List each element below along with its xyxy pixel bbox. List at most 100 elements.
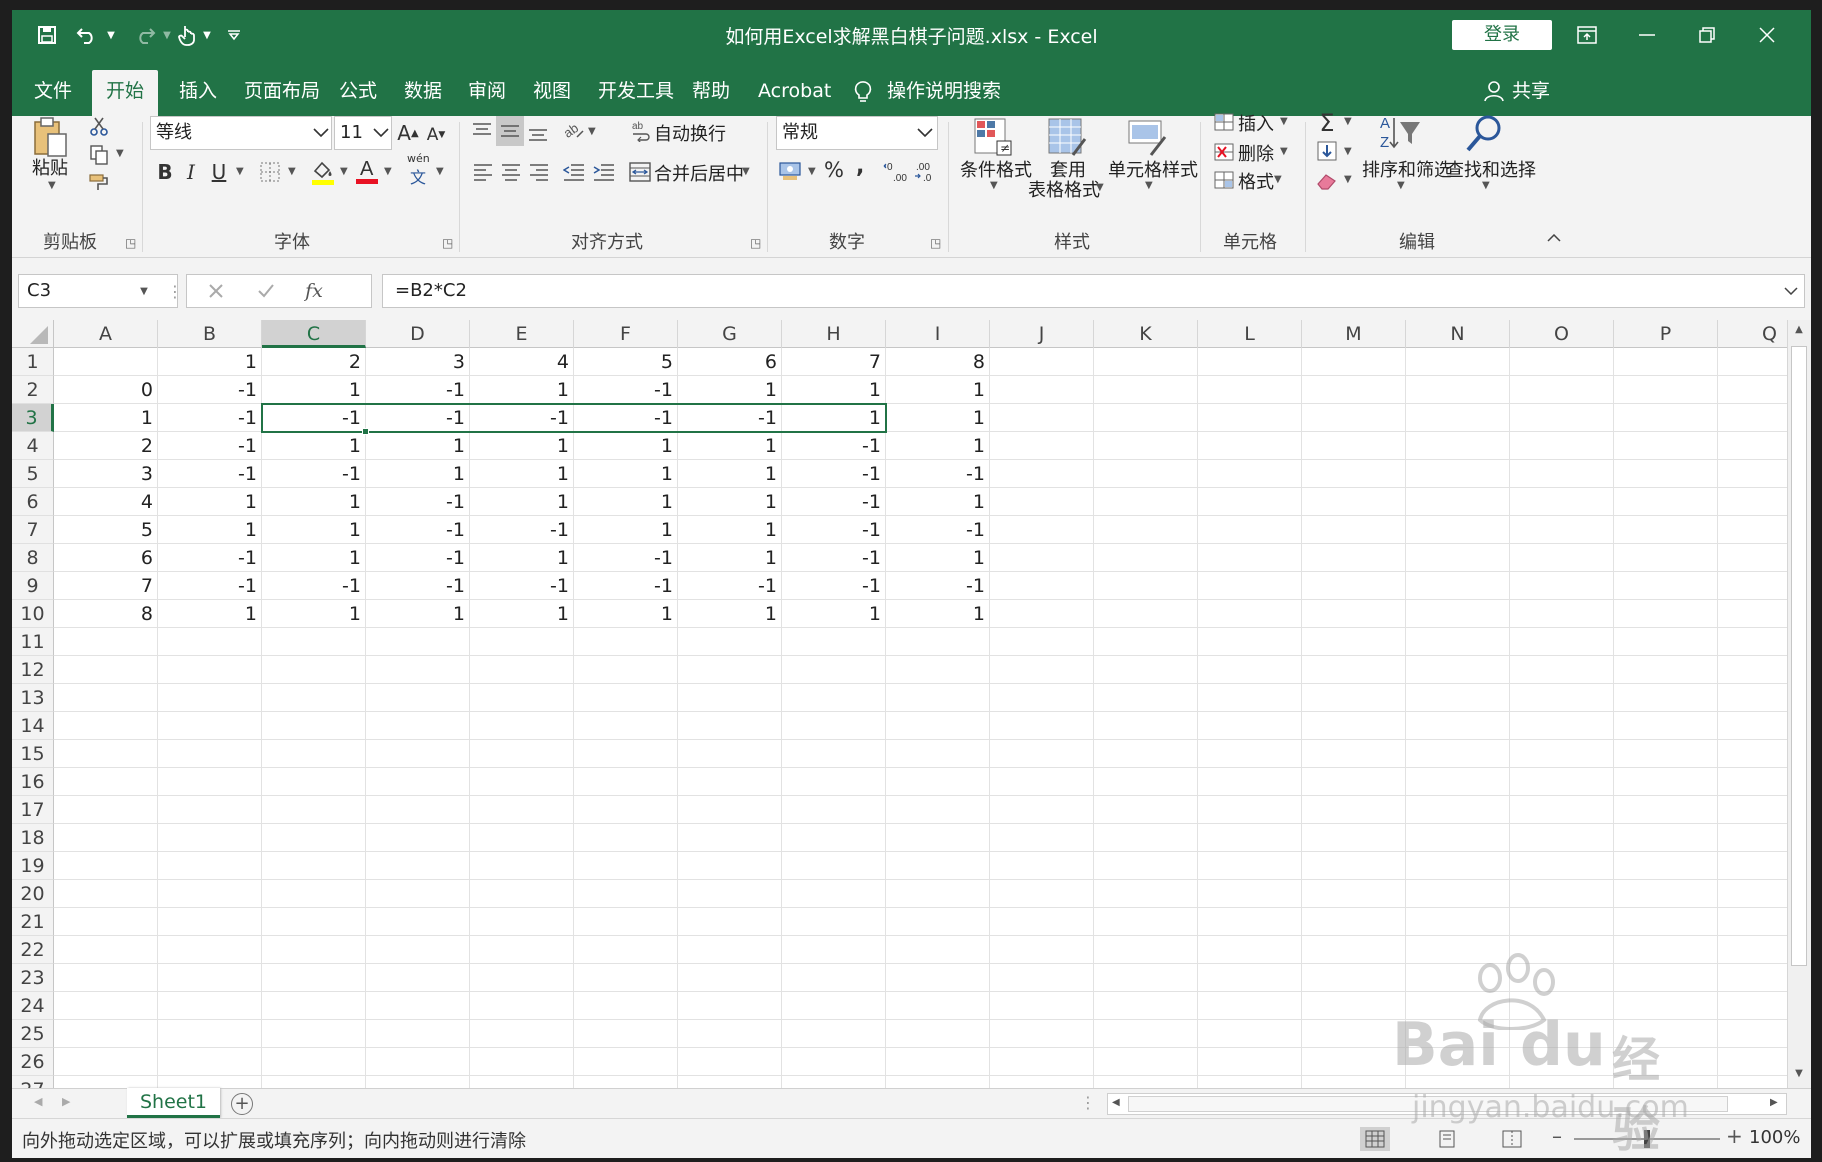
cell-k20[interactable] [1094, 880, 1198, 908]
cell-i8[interactable]: 1 [886, 544, 990, 572]
cell-i19[interactable] [886, 852, 990, 880]
cell-q20[interactable] [1718, 880, 1787, 908]
cell-o16[interactable] [1510, 768, 1614, 796]
cell-a25[interactable] [54, 1020, 158, 1048]
row-header-6[interactable]: 6 [12, 488, 54, 516]
cell-d10[interactable]: 1 [366, 600, 470, 628]
cell-l23[interactable] [1198, 964, 1302, 992]
name-box-dropdown-icon[interactable]: ▼ [134, 276, 154, 306]
cell-n5[interactable] [1406, 460, 1510, 488]
cell-i9[interactable]: -1 [886, 572, 990, 600]
cell-m6[interactable] [1302, 488, 1406, 516]
cell-n6[interactable] [1406, 488, 1510, 516]
format-as-table-icon[interactable] [1046, 116, 1088, 160]
cell-g6[interactable]: 1 [678, 488, 782, 516]
cell-h11[interactable] [782, 628, 886, 656]
cell-n2[interactable] [1406, 376, 1510, 404]
delete-cells-icon[interactable] [1212, 140, 1236, 164]
row-header-11[interactable]: 11 [12, 628, 54, 656]
cell-c5[interactable]: -1 [262, 460, 366, 488]
cell-o3[interactable] [1510, 404, 1614, 432]
cell-k21[interactable] [1094, 908, 1198, 936]
cell-g12[interactable] [678, 656, 782, 684]
cell-g1[interactable]: 6 [678, 348, 782, 376]
cell-a11[interactable] [54, 628, 158, 656]
cell-q19[interactable] [1718, 852, 1787, 880]
cell-h18[interactable] [782, 824, 886, 852]
cell-q7[interactable] [1718, 516, 1787, 544]
align-center-icon[interactable] [500, 160, 522, 184]
cell-f10[interactable]: 1 [574, 600, 678, 628]
cell-j27[interactable] [990, 1076, 1094, 1088]
ribbon-display-options-icon[interactable] [1567, 20, 1607, 50]
cell-p12[interactable] [1614, 656, 1718, 684]
cell-f17[interactable] [574, 796, 678, 824]
column-header-j[interactable]: J [990, 320, 1094, 348]
cell-g20[interactable] [678, 880, 782, 908]
cell-n1[interactable] [1406, 348, 1510, 376]
cancel-entry-icon[interactable] [202, 276, 230, 306]
font-color-icon[interactable]: A [354, 156, 380, 186]
cell-i27[interactable] [886, 1076, 990, 1088]
cell-h13[interactable] [782, 684, 886, 712]
formula-input[interactable]: =B2*C2 [382, 274, 1805, 308]
cell-b15[interactable] [158, 740, 262, 768]
cell-l10[interactable] [1198, 600, 1302, 628]
tab-developer[interactable]: 开发工具 [598, 70, 678, 116]
align-middle-icon[interactable] [496, 116, 524, 146]
phonetic-dropdown-icon[interactable]: ▼ [436, 166, 444, 177]
cell-p10[interactable] [1614, 600, 1718, 628]
cell-j24[interactable] [990, 992, 1094, 1020]
format-as-table-label-2[interactable]: 表格格式 [1028, 176, 1100, 202]
cell-m2[interactable] [1302, 376, 1406, 404]
cell-h26[interactable] [782, 1048, 886, 1076]
row-header-18[interactable]: 18 [12, 824, 54, 852]
cell-g23[interactable] [678, 964, 782, 992]
column-header-n[interactable]: N [1406, 320, 1510, 348]
cell-c26[interactable] [262, 1048, 366, 1076]
cell-h6[interactable]: -1 [782, 488, 886, 516]
cell-b8[interactable]: -1 [158, 544, 262, 572]
row-header-21[interactable]: 21 [12, 908, 54, 936]
scroll-down-icon[interactable]: ▼ [1791, 1068, 1807, 1084]
cell-m23[interactable] [1302, 964, 1406, 992]
minimize-icon[interactable] [1627, 20, 1667, 50]
format-painter-icon[interactable] [88, 172, 110, 194]
cell-g19[interactable] [678, 852, 782, 880]
cell-l21[interactable] [1198, 908, 1302, 936]
cell-q1[interactable] [1718, 348, 1787, 376]
cell-o15[interactable] [1510, 740, 1614, 768]
cell-g10[interactable]: 1 [678, 600, 782, 628]
cell-q15[interactable] [1718, 740, 1787, 768]
cell-k27[interactable] [1094, 1076, 1198, 1088]
cell-h7[interactable]: -1 [782, 516, 886, 544]
cell-k15[interactable] [1094, 740, 1198, 768]
cell-a14[interactable] [54, 712, 158, 740]
cell-j18[interactable] [990, 824, 1094, 852]
cell-j5[interactable] [990, 460, 1094, 488]
cell-m20[interactable] [1302, 880, 1406, 908]
cell-c27[interactable] [262, 1076, 366, 1088]
cell-c13[interactable] [262, 684, 366, 712]
cell-d18[interactable] [366, 824, 470, 852]
cell-m3[interactable] [1302, 404, 1406, 432]
tab-file[interactable]: 文件 [34, 70, 84, 116]
cell-h27[interactable] [782, 1076, 886, 1088]
formula-bar-handle-icon[interactable]: ⋮ [167, 276, 183, 306]
cell-b21[interactable] [158, 908, 262, 936]
cell-d25[interactable] [366, 1020, 470, 1048]
cell-f8[interactable]: -1 [574, 544, 678, 572]
paste-label[interactable]: 粘贴 [32, 154, 68, 180]
cell-g24[interactable] [678, 992, 782, 1020]
fill-dropdown-icon[interactable]: ▼ [1344, 146, 1352, 157]
cell-e11[interactable] [470, 628, 574, 656]
cell-n9[interactable] [1406, 572, 1510, 600]
cell-j20[interactable] [990, 880, 1094, 908]
cell-styles-icon[interactable] [1126, 116, 1168, 160]
cell-b4[interactable]: -1 [158, 432, 262, 460]
cell-p11[interactable] [1614, 628, 1718, 656]
column-header-h[interactable]: H [782, 320, 886, 348]
cell-k14[interactable] [1094, 712, 1198, 740]
cell-k6[interactable] [1094, 488, 1198, 516]
grow-font-icon[interactable]: A ▲ [396, 120, 420, 146]
